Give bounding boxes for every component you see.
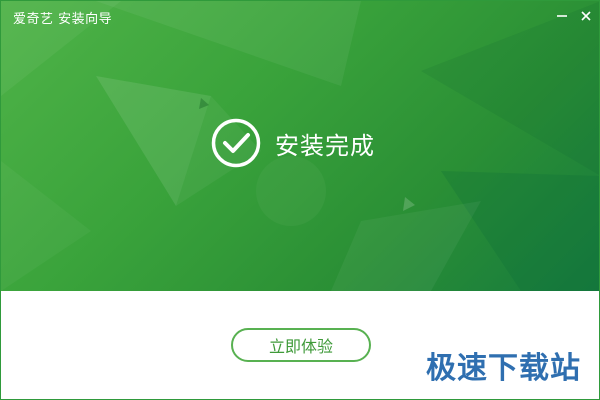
close-button[interactable] [577, 7, 595, 25]
installer-window: 爱奇艺 安装向导 安装完成 立即体验 极速下载站 [0, 0, 600, 400]
check-circle-icon [211, 118, 261, 168]
title-bar: 爱奇艺 安装向导 [1, 1, 599, 31]
watermark-text: 极速下载站 [426, 351, 581, 386]
minimize-icon [557, 15, 567, 17]
hero-banner: 爱奇艺 安装向导 安装完成 [1, 1, 599, 291]
install-status: 安装完成 [211, 118, 375, 168]
try-now-button[interactable]: 立即体验 [231, 328, 371, 362]
window-title: 爱奇艺 安装向导 [13, 12, 113, 27]
status-text: 安装完成 [275, 131, 375, 160]
close-icon [581, 11, 591, 21]
minimize-button[interactable] [553, 7, 571, 25]
